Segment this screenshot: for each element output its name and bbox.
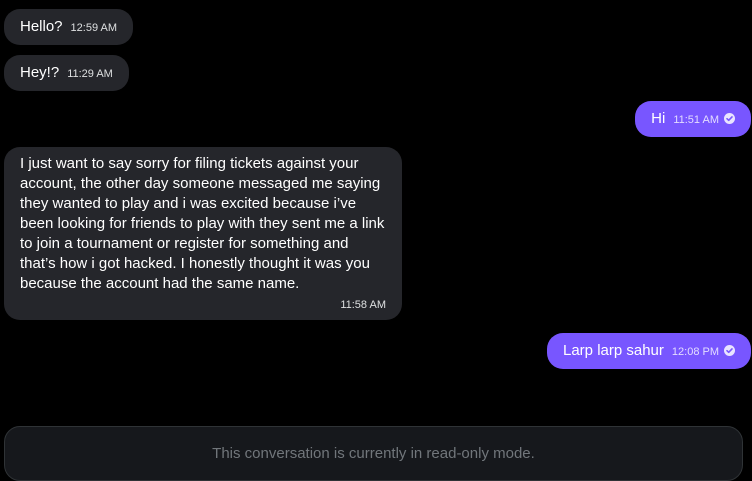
message-timestamp: 11:58 AM xyxy=(340,299,386,311)
message-bubble-outgoing: Hi 11:51 AM xyxy=(635,101,751,137)
message-text: Hello? xyxy=(20,18,63,35)
message-bubble-incoming: I just want to say sorry for filing tick… xyxy=(4,147,402,320)
message-text: I just want to say sorry for filing tick… xyxy=(20,155,385,292)
readonly-notice-text: This conversation is currently in read-o… xyxy=(212,445,535,462)
message-bubble-outgoing: Larp larp sahur 12:08 PM xyxy=(547,333,751,369)
message-timestamp: 11:29 AM xyxy=(67,68,113,80)
message-timestamp: 12:59 AM xyxy=(70,22,118,34)
conversation-view: Hello? 12:59 AM Hey!? 11:29 AM Hi 11:51 AM … xyxy=(0,0,752,481)
message-text: Hey!? xyxy=(20,64,60,81)
message-text: Larp larp sahur xyxy=(563,342,664,359)
message-bubble-incoming: Hello? 12:59 AM xyxy=(4,9,134,45)
message-timestamp: 12:08 PM xyxy=(671,346,719,358)
message-text: Hi xyxy=(651,110,666,127)
message-timestamp: 11:51 AM xyxy=(673,114,719,126)
sent-check-icon xyxy=(724,345,735,356)
sent-check-icon xyxy=(724,113,735,124)
readonly-notice: This conversation is currently in read-o… xyxy=(4,426,743,481)
message-bubble-incoming: Hey!? 11:29 AM xyxy=(4,55,129,91)
